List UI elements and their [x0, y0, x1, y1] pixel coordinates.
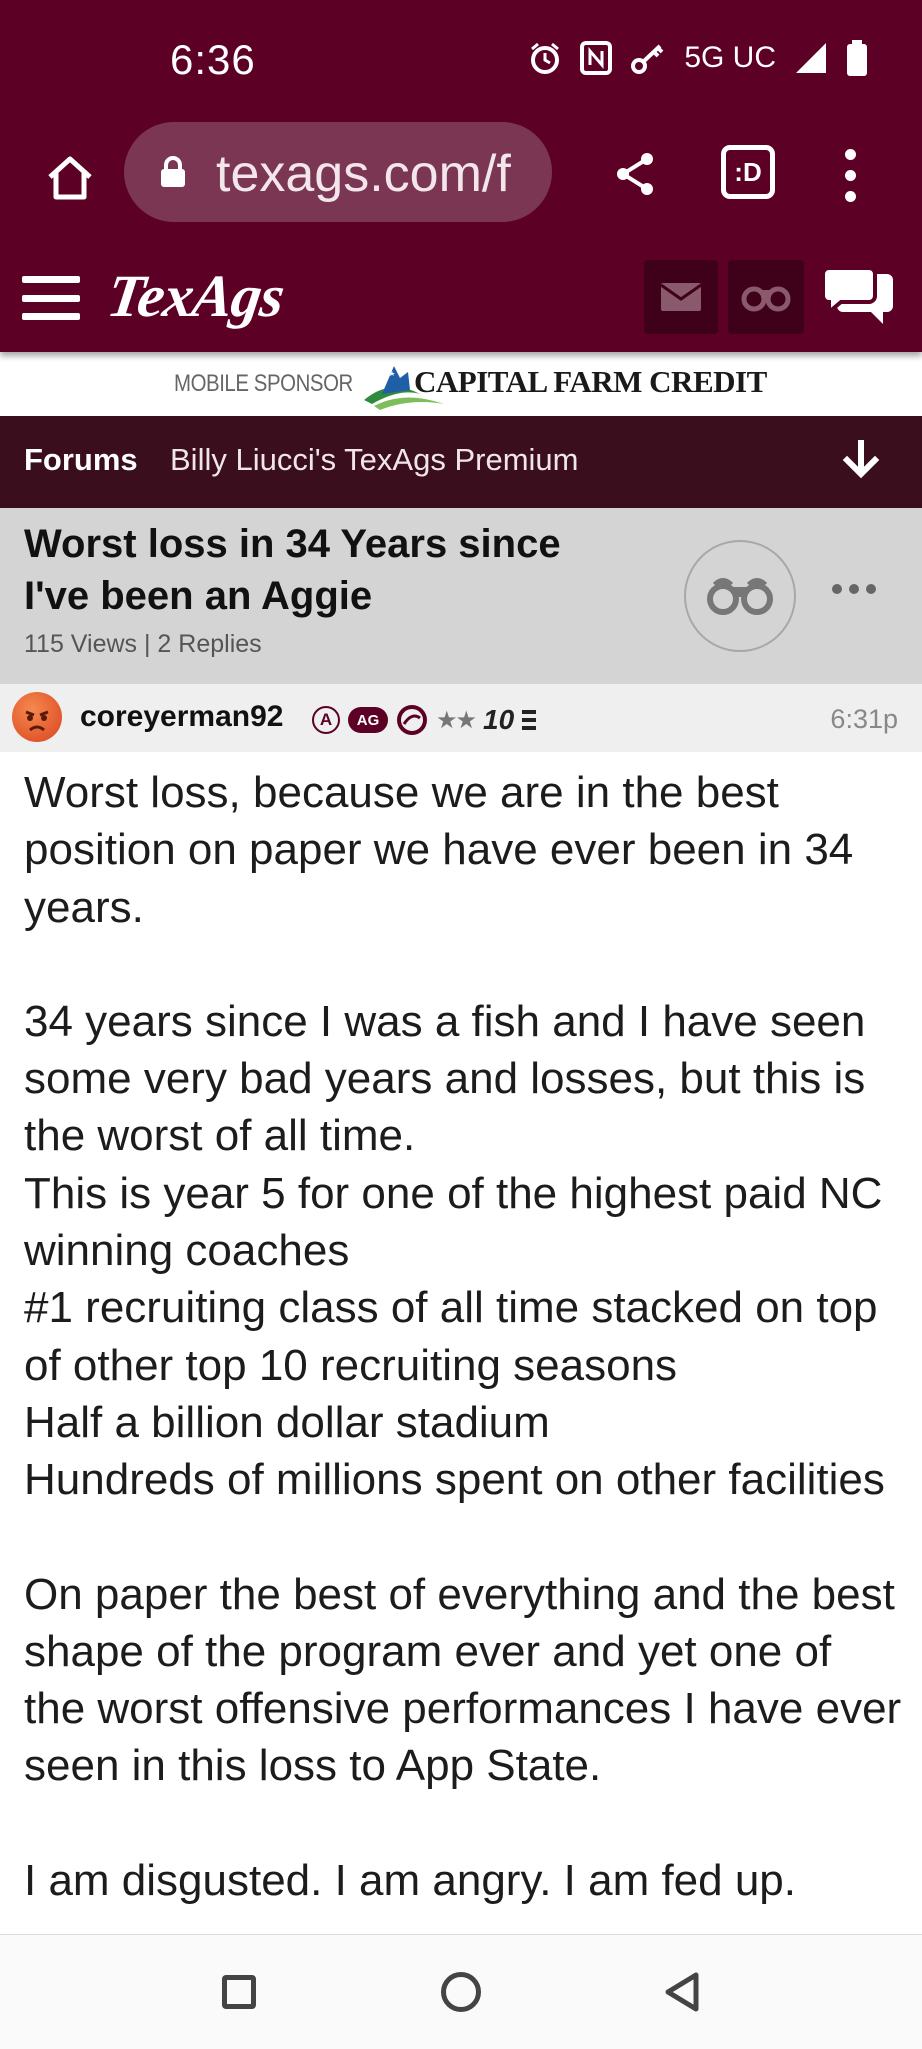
thread-meta: 115 Views | 2 Replies [24, 630, 262, 658]
watched-threads-button[interactable] [728, 260, 804, 334]
menu-dot [844, 169, 856, 181]
hamburger-menu-button[interactable] [22, 276, 80, 320]
status-time: 6:36 [170, 36, 256, 83]
user-badges: A AG ★★ 10 [312, 704, 537, 736]
breadcrumb-board[interactable]: Billy Liucci's TexAgs Premium [170, 442, 578, 478]
watch-thread-button[interactable] [684, 540, 796, 652]
menu-dot [844, 148, 856, 160]
signal-icon [796, 43, 826, 73]
badge-ag: AG [348, 707, 388, 733]
breadcrumb-forums[interactable]: Forums [24, 442, 138, 478]
post-body: Worst loss, because we are in the best p… [24, 764, 904, 1934]
breadcrumb: Forums Billy Liucci's TexAgs Premium [0, 416, 922, 508]
site-header: TexAgs [0, 238, 922, 352]
network-label: 5G UC [684, 41, 776, 74]
post-paragraph: 34 years since I was a fish and I have s… [24, 996, 885, 1505]
recents-button[interactable] [222, 1975, 256, 2009]
rank-badge: 10 [483, 704, 515, 735]
post-username[interactable]: coreyerman92 [80, 700, 283, 734]
system-nav-bar [0, 1934, 922, 2049]
overflow-menu-button[interactable] [826, 140, 874, 210]
thread-header: Worst loss in 34 Years since I've been a… [0, 508, 922, 685]
menu-dot [844, 190, 856, 202]
post-time: 6:31p [830, 704, 898, 734]
share-button[interactable] [604, 142, 668, 206]
key-icon [631, 44, 664, 74]
binoculars-icon [741, 286, 791, 312]
url-text: texags.com/f [216, 145, 511, 203]
tabs-icon: :D [721, 145, 775, 199]
texags-logo[interactable]: TexAgs [103, 262, 288, 331]
arrow-down-icon[interactable] [840, 440, 882, 484]
thread-title: Worst loss in 34 Years since I've been a… [24, 522, 561, 618]
badge-a: A [312, 706, 340, 734]
status-icons: 5G UC [528, 40, 868, 76]
back-icon[interactable] [662, 1971, 702, 2013]
class-ring-icon [397, 705, 427, 735]
sponsor-label: MOBILE SPONSOR [174, 370, 353, 397]
sponsor-name: CAPITAL FARM CREDIT [414, 364, 767, 399]
rank-lines-icon [522, 710, 537, 730]
battery-icon [847, 40, 867, 76]
thread-more-button[interactable] [832, 584, 876, 594]
chat-icon [821, 266, 893, 324]
lock-icon [161, 156, 185, 187]
chat-button[interactable] [818, 260, 898, 334]
mail-icon [661, 283, 701, 311]
avatar[interactable] [12, 692, 62, 742]
post-paragraph: I am disgusted. I am angry. I am fed up. [24, 1855, 796, 1905]
post-paragraph: On paper the best of everything and the … [24, 1569, 902, 1791]
share-icon [617, 153, 653, 195]
status-bar: 6:36 5G UC [0, 0, 922, 118]
alarm-icon [531, 42, 560, 74]
home-icon [48, 156, 92, 200]
home-button[interactable] [34, 142, 106, 214]
sponsor-banner[interactable]: MOBILE SPONSOR CAPITAL FARM CREDIT [0, 352, 922, 416]
mail-button[interactable] [644, 260, 718, 334]
home-nav-button[interactable] [441, 1972, 481, 2012]
rating-stars: ★★ [436, 706, 477, 734]
address-bar[interactable]: texags.com/f [124, 122, 552, 222]
nfc-icon [580, 41, 613, 75]
post-header: coreyerman92 A AG ★★ 10 6:31p [0, 684, 922, 752]
post-paragraph: Worst loss, because we are in the best p… [24, 768, 854, 932]
browser-toolbar: texags.com/f :D [0, 118, 922, 238]
tabs-button[interactable]: :D [716, 140, 780, 204]
binoculars-icon [707, 578, 773, 615]
angry-face-icon [25, 710, 49, 732]
